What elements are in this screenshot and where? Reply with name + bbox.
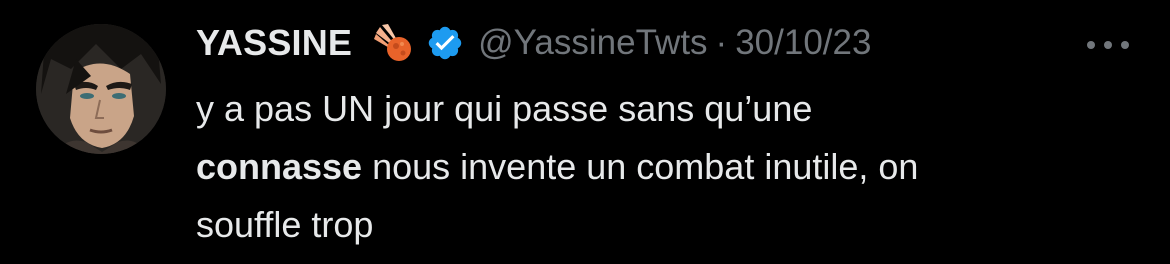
avatar[interactable] xyxy=(36,24,166,154)
verified-badge-icon[interactable] xyxy=(426,24,464,62)
more-options-icon[interactable] xyxy=(1084,38,1132,50)
tweet-date[interactable]: 30/10/23 xyxy=(735,23,871,63)
bold-word: connasse xyxy=(196,146,363,187)
tweet-text-line-1: y a pas UN jour qui passe sans qu’une xyxy=(196,88,813,129)
header-separator: · xyxy=(715,23,728,62)
tweet-card[interactable]: YASSINE @YassineTwts · 30/10/23 y a pas … xyxy=(0,0,1170,264)
tweet-header: YASSINE @YassineTwts · 30/10/23 xyxy=(196,18,871,68)
author-name[interactable]: YASSINE xyxy=(196,22,352,64)
avatar-image xyxy=(36,24,166,154)
author-handle[interactable]: @YassineTwts xyxy=(478,23,707,63)
tweet-text: y a pas UN jour qui passe sans qu’une co… xyxy=(196,80,1126,254)
tweet-text-line-3: souffle trop xyxy=(196,204,374,245)
tweet-text-line-2: connasse nous invente un combat inutile,… xyxy=(196,138,1126,196)
tweet-text-line-2-rest: nous invente un combat inutile, on xyxy=(362,146,919,187)
meteor-emoji xyxy=(370,21,414,65)
